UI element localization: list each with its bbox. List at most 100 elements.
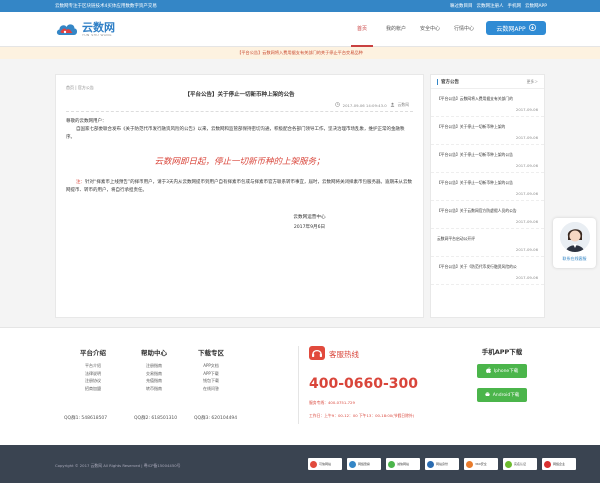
- cloud-logo-icon: [55, 21, 79, 37]
- nav-market[interactable]: 行情中心: [447, 12, 481, 47]
- sidebar-item[interactable]: 【平台公告】关于云数网官方防虚假人员的公告 2017-09-06: [431, 201, 544, 229]
- sidebar-item-date: 2017-09-06: [515, 247, 538, 252]
- badge-icon: [310, 460, 317, 468]
- footer-col-download: 下载专区 APP文档 APP下载 钱包下载 在线问答: [198, 347, 224, 392]
- sidebar-item-title: 【平台公告】关于停止一切新币种上架的: [437, 124, 506, 129]
- trust-badge[interactable]: 360安全: [464, 458, 498, 470]
- app-button-label: 云数网APP: [496, 25, 526, 33]
- phone-link[interactable]: 手机网: [507, 3, 521, 9]
- nav-security[interactable]: 安全中心: [413, 12, 447, 47]
- signature-org: 云数网运营中心: [293, 215, 326, 220]
- sidebar-item-date: 2017-09-06: [515, 219, 538, 224]
- iphone-download-button[interactable]: Iphone下载: [477, 364, 527, 378]
- nav-home[interactable]: 首页: [345, 12, 379, 47]
- footer-link[interactable]: 转币指南: [141, 385, 167, 393]
- top-slogan: 云数网专注于区块链技术4买体应用数数字资产交易: [55, 4, 157, 9]
- footer-link[interactable]: 充值指南: [141, 377, 167, 385]
- badge-label: 可信网站: [319, 462, 332, 466]
- download-icon: [528, 23, 536, 33]
- badge-label: 网络企业: [553, 462, 566, 466]
- badge-icon: [466, 460, 473, 468]
- sidebar-item[interactable]: 【平台公告】关于停止一切新币种上架的公告 2017-09-06: [431, 145, 544, 173]
- sidebar-header: 官方公告 更多＞: [431, 75, 544, 89]
- service-label: 联系在线客服: [562, 256, 587, 261]
- sidebar-item-title: 云数网平台启动公开评: [437, 236, 475, 241]
- footer-divider: [298, 346, 299, 424]
- article-author: 云数网: [397, 102, 409, 107]
- android-icon: [484, 391, 490, 399]
- trust-badge[interactable]: 可信网站: [308, 458, 342, 470]
- footer-link[interactable]: APP文档: [198, 362, 224, 370]
- footer-col-platform: 平台介绍 平台介绍 法律说明 注册协议 招商加盟: [80, 347, 106, 392]
- footer-link[interactable]: 注册协议: [80, 377, 106, 385]
- user-link[interactable]: 云数网注册人: [476, 3, 503, 9]
- logo-english: YUN SHU WANG: [82, 32, 112, 37]
- sidebar-item[interactable]: 【平台公告】关于停止一切新币种上架的公告 2017-09-06: [431, 173, 544, 201]
- footer-link[interactable]: APP下载: [198, 370, 224, 378]
- sidebar-item-title: 【平台公告】关于停止一切新币种上架的公告: [437, 152, 513, 157]
- hotline-hours: 工作日：上午9：00-12：00 下午13：00-18:00(节假日除外): [309, 413, 415, 418]
- hotline-block: 客服热线 400-0660-300 服务专线：400-0751-729 工作日：…: [309, 346, 418, 419]
- notice-banner[interactable]: 【平台公告】云数网将入费用据支有关部门的关于停止平台交易品种: [0, 47, 600, 59]
- footer-link[interactable]: 法律说明: [80, 370, 106, 378]
- footer-link[interactable]: 在线问答: [198, 385, 224, 393]
- announcement-sidebar: 官方公告 更多＞ 【平台公告】云数网将入费用据支有关部门的 2017-09-06 …: [430, 74, 545, 318]
- qq-group-1[interactable]: QQ群1: 548618507: [64, 415, 107, 421]
- badge-label: 网络警察: [358, 462, 371, 466]
- badge-icon: [349, 460, 356, 468]
- app-download-button[interactable]: 云数网APP: [486, 21, 546, 35]
- signature-date: 2017年9月6日: [293, 225, 326, 230]
- badge-icon: [427, 460, 434, 468]
- sidebar-item-title: 【平台公告】关于云数网官方防虚假人员的公告: [437, 208, 517, 213]
- footer-link[interactable]: 交易指南: [141, 370, 167, 378]
- sidebar-item[interactable]: 【平台公告】云数网将入费用据支有关部门的 2017-09-06: [431, 89, 544, 117]
- trust-badge[interactable]: 网络企业: [542, 458, 576, 470]
- sidebar-item[interactable]: 【平台公告】关于《防范代币发行融资风险的公 2017-09-06: [431, 257, 544, 285]
- trust-badge[interactable]: 网络警察: [347, 458, 381, 470]
- sidebar-item-date: 2017-09-06: [515, 163, 538, 168]
- sidebar-item-title: 【平台公告】关于停止一切新币种上架的公告: [437, 180, 513, 185]
- trust-badges: 可信网站 网络警察 诚信网站 网站身份 360安全 实名认证 网络企业: [308, 458, 576, 470]
- hotline-title: 客服热线: [329, 349, 359, 359]
- footer-link[interactable]: 平台介绍: [80, 362, 106, 370]
- footer-link[interactable]: 钱包下载: [198, 377, 224, 385]
- app-link[interactable]: 云数网APP: [525, 3, 547, 9]
- copyright-text: Copyright © 2017 云数网 All Rights Reserved…: [55, 463, 181, 468]
- site-logo[interactable]: 云数网 YUN SHU WANG: [55, 21, 145, 37]
- site-header: 云数网 YUN SHU WANG 首页 我的帐户 安全中心 行情中心 钱包下载 …: [0, 12, 600, 47]
- article-greeting: 尊敬的云数网用户：: [66, 119, 107, 124]
- more-link[interactable]: 更多＞: [527, 79, 538, 85]
- top-bar: 云数网专注于区块链技术4买体应用数数字资产交易 嘛过数目目 云数网注册人 手机网…: [0, 0, 600, 12]
- trust-badge[interactable]: 诚信网站: [386, 458, 420, 470]
- logo-name: 云数网: [82, 20, 115, 34]
- nav-account[interactable]: 我的帐户: [379, 12, 413, 47]
- online-service-widget[interactable]: 联系在线客服: [553, 218, 596, 268]
- app-download-heading: 手机APP下载: [481, 348, 523, 356]
- sidebar-item-title: 【平台公告】关于《防范代币发行融资风险的公: [437, 264, 517, 269]
- trust-badge[interactable]: 网站身份: [425, 458, 459, 470]
- trust-badge[interactable]: 实名认证: [503, 458, 537, 470]
- user-icon: [390, 102, 395, 108]
- qq-group-3[interactable]: QQ群3: 620104494: [194, 415, 237, 421]
- badge-label: 诚信网站: [397, 462, 410, 466]
- site-footer: 平台介绍 平台介绍 法律说明 注册协议 招商加盟 帮助中心 注册指南 交易指南 …: [0, 327, 600, 445]
- headset-icon: [309, 346, 325, 362]
- badge-label: 实名认证: [514, 462, 527, 466]
- breadcrumb[interactable]: 首页 | 官方公告: [56, 75, 423, 91]
- app-download-block: 手机APP下载 Iphone下载 Android下载: [472, 346, 532, 412]
- article-title: 【平台公告】关于停止一切新币种上架的公告: [184, 92, 295, 98]
- footer-link[interactable]: 招商加盟: [80, 385, 106, 393]
- qq-group-2[interactable]: QQ群2: 618501310: [134, 415, 177, 421]
- badge-label: 360安全: [475, 462, 487, 466]
- footer-link[interactable]: 注册指南: [141, 362, 167, 370]
- footer-heading: 平台介绍: [80, 349, 106, 357]
- android-download-button[interactable]: Android下载: [477, 388, 527, 402]
- badge-label: 网站身份: [436, 462, 449, 466]
- bottom-bar: Copyright © 2017 云数网 All Rights Reserved…: [0, 445, 600, 483]
- article-panel: 首页 | 官方公告 【平台公告】关于停止一切新币种上架的公告 2017-09-0…: [55, 74, 424, 318]
- sidebar-item[interactable]: 【平台公告】关于停止一切新币种上架的 2017-09-06: [431, 117, 544, 145]
- badge-icon: [388, 460, 395, 468]
- article-meta: 2017-09-06 14:09:43.0 云数网: [56, 102, 423, 108]
- article-paragraph-1: 自国家七部委联合发布《关于防范代币发行融资风险的公告》以来，云数网和监管部保持密…: [66, 127, 405, 140]
- sidebar-item[interactable]: 云数网平台启动公开评 2017-09-06: [431, 229, 544, 257]
